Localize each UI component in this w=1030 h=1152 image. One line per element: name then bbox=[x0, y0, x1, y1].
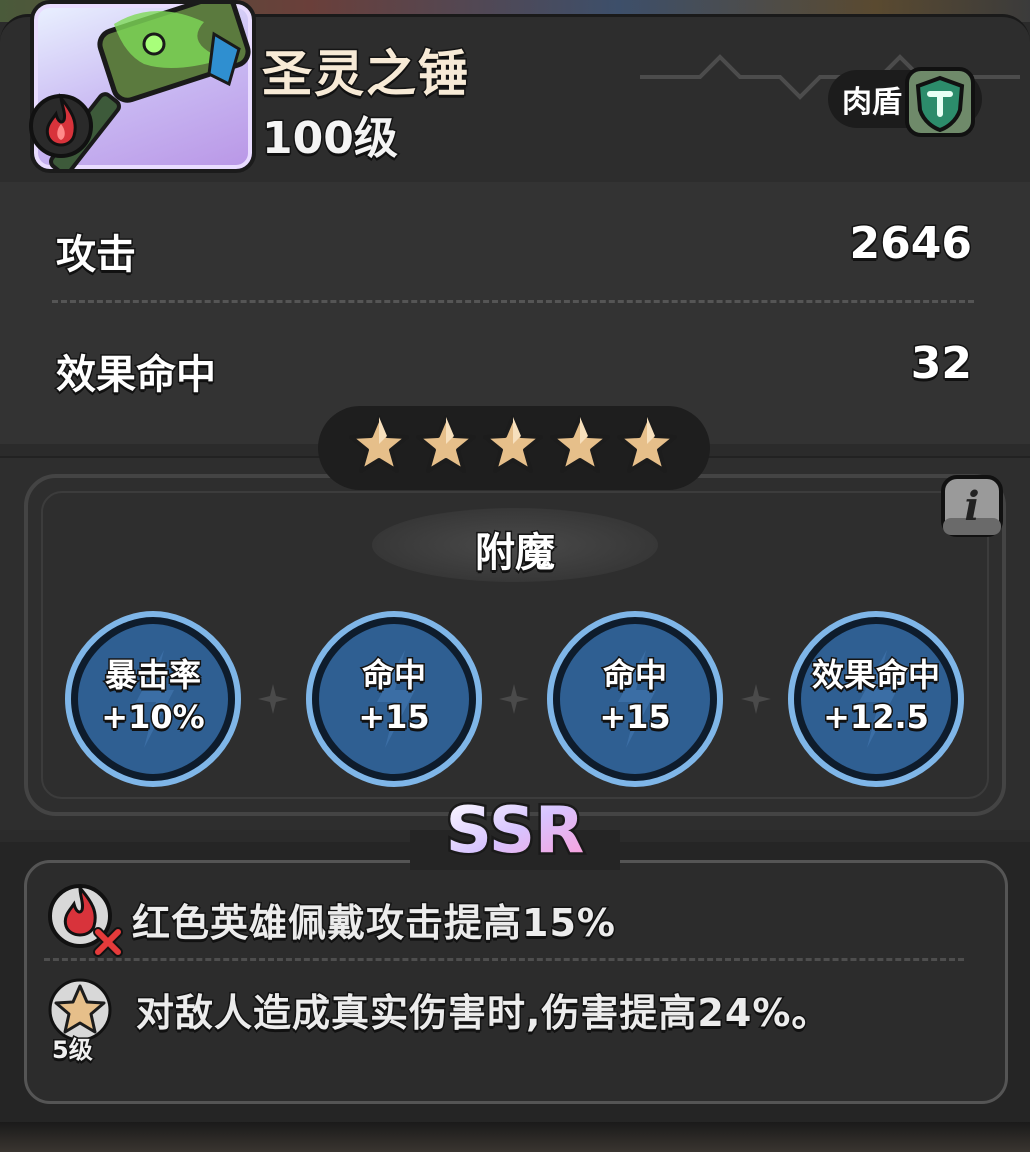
rune-3-name: 命中 bbox=[601, 655, 668, 696]
stat-value-attack: 2646 bbox=[848, 217, 973, 271]
rune-2-name: 命中 bbox=[360, 655, 427, 696]
rune-1-name: 暴击率 bbox=[103, 655, 202, 696]
rune-4-value: +12.5 bbox=[822, 697, 931, 738]
sparkle-icon bbox=[499, 684, 529, 714]
star-icon bbox=[617, 415, 677, 473]
rune-1-value: +10% bbox=[100, 697, 206, 738]
stats-panel: 攻击 2646 效果命中 32 bbox=[0, 182, 1030, 444]
sparkle-icon bbox=[258, 684, 288, 714]
star-icon bbox=[349, 415, 409, 473]
info-button[interactable]: i bbox=[940, 474, 1004, 540]
red-fire-crossed-icon bbox=[48, 883, 123, 957]
item-name: 圣灵之锤 bbox=[261, 44, 470, 105]
rarity-badge: SSR bbox=[443, 792, 587, 871]
role-tag-label: 肉盾 bbox=[842, 85, 902, 120]
rune-1-text: 暴击率 +10% bbox=[64, 654, 242, 738]
rune-2-value: +15 bbox=[357, 697, 431, 738]
item-level: 100级 bbox=[261, 112, 400, 166]
rune-4-name: 效果命中 bbox=[810, 655, 941, 696]
stat-value-effect-hit: 32 bbox=[909, 337, 973, 391]
rune-4-text: 效果命中 +12.5 bbox=[787, 654, 965, 738]
svg-text:i: i bbox=[964, 483, 979, 530]
rune-3-text: 命中 +15 bbox=[546, 654, 724, 738]
star-icon bbox=[483, 415, 543, 473]
divider bbox=[44, 958, 964, 961]
stat-label-attack: 攻击 bbox=[55, 231, 138, 280]
rune-2-text: 命中 +15 bbox=[305, 654, 483, 738]
star-icon bbox=[416, 415, 476, 473]
star-icon bbox=[550, 415, 610, 473]
red-fire-icon bbox=[29, 92, 93, 158]
rune-3-value: +15 bbox=[598, 697, 672, 738]
stat-label-effect-hit: 效果命中 bbox=[55, 351, 218, 400]
bottom-edge bbox=[0, 1122, 1030, 1152]
sparkle-icon bbox=[741, 684, 771, 714]
enchant-title: 附魔 bbox=[474, 529, 557, 578]
rarity-text: SSR bbox=[446, 794, 585, 868]
divider bbox=[52, 300, 974, 303]
effect-1-text: 红色英雄佩戴攻击提高15% bbox=[131, 900, 617, 947]
effect-2-text: 对敌人造成真实伤害时,伤害提高24%。 bbox=[134, 990, 831, 1037]
effect-2-level: 5级 bbox=[51, 1035, 95, 1066]
green-shield-icon bbox=[905, 67, 975, 137]
